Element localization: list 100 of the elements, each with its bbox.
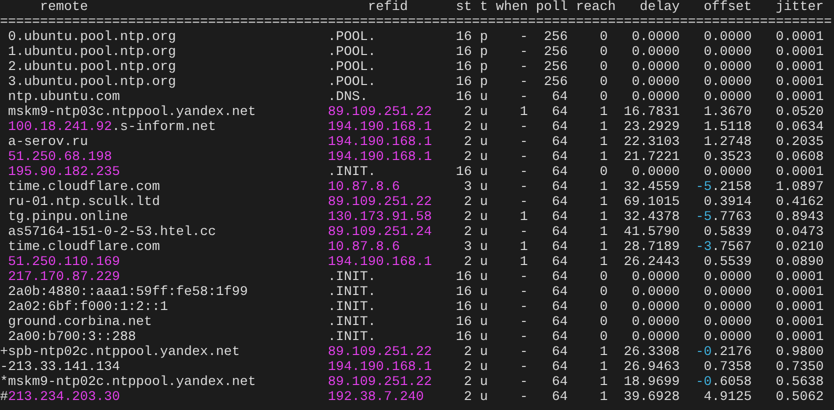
refid-cell: 89.109.251.22 <box>328 375 432 390</box>
jitter-cell: 0.0001 <box>776 45 824 60</box>
refid-cell: .POOL. <box>328 45 376 60</box>
jitter-cell: 0.5638 <box>776 375 824 390</box>
remote-cell: time.cloudflare.com <box>8 240 160 255</box>
column-header: st <box>456 0 472 15</box>
type-cell: u <box>480 90 488 105</box>
refid-cell: .INIT. <box>328 285 376 300</box>
reach-cell: 1 <box>600 180 608 195</box>
type-cell: u <box>480 135 488 150</box>
type-cell: u <box>480 150 488 165</box>
stratum-cell: 16 <box>456 330 472 345</box>
offset-cell: 0.0000 <box>704 315 752 330</box>
delay-cell: 22.3103 <box>624 135 680 150</box>
delay-cell: 18.9699 <box>624 375 680 390</box>
refid-cell: 89.109.251.22 <box>328 105 432 120</box>
type-cell: p <box>480 75 488 90</box>
stratum-cell: 2 <box>464 195 472 210</box>
remote-cell: spb-ntp02c.ntppool.yandex.net <box>8 345 240 360</box>
type-cell: u <box>480 195 488 210</box>
reach-cell: 1 <box>600 390 608 405</box>
offset-cell: 0.3523 <box>704 150 752 165</box>
when-cell: - <box>520 165 528 180</box>
reach-cell: 0 <box>600 30 608 45</box>
jitter-cell: 0.0001 <box>776 270 824 285</box>
refid-cell: .INIT. <box>328 165 376 180</box>
refid-cell: .INIT. <box>328 330 376 345</box>
offset-cell: 0.0000 <box>704 285 752 300</box>
reach-cell: 1 <box>600 360 608 375</box>
when-cell: - <box>520 345 528 360</box>
jitter-cell: 0.0001 <box>776 165 824 180</box>
column-header: when <box>494 0 528 15</box>
when-cell: - <box>520 195 528 210</box>
poll-cell: 64 <box>552 300 568 315</box>
remote-cell: as57164-151-0-2-53.htel.cc <box>8 225 216 240</box>
when-cell: - <box>520 270 528 285</box>
poll-cell: 64 <box>552 345 568 360</box>
when-cell: - <box>520 30 528 45</box>
remote-cell: 217.170.87.229 <box>8 270 120 285</box>
remote-cell: a-serov.ru <box>8 135 88 150</box>
refid-cell: 194.190.168.1 <box>328 360 432 375</box>
remote-cell: 213.234.203.30 <box>8 390 120 405</box>
type-cell: u <box>480 165 488 180</box>
jitter-cell: 0.8943 <box>776 210 824 225</box>
offset-cell: -5.7763 <box>696 210 752 225</box>
when-cell: - <box>520 375 528 390</box>
jitter-cell: 0.4162 <box>776 195 824 210</box>
delay-cell: 0.0000 <box>632 300 680 315</box>
tally-mark: # <box>0 390 8 405</box>
remote-cell: mskm9-ntp02c.ntppool.yandex.net <box>8 375 256 390</box>
reach-cell: 0 <box>600 330 608 345</box>
refid-cell: 194.190.168.1 <box>328 255 432 270</box>
delay-cell: 0.0000 <box>632 75 680 90</box>
type-cell: p <box>480 30 488 45</box>
remote-cell: ru-01.ntp.sculk.ltd <box>8 195 160 210</box>
delay-cell: 69.1015 <box>624 195 680 210</box>
poll-cell: 64 <box>552 375 568 390</box>
reach-cell: 0 <box>600 270 608 285</box>
reach-cell: 0 <box>600 165 608 180</box>
when-cell: - <box>520 150 528 165</box>
delay-cell: 0.0000 <box>632 90 680 105</box>
reach-cell: 0 <box>600 75 608 90</box>
poll-cell: 256 <box>544 45 568 60</box>
stratum-cell: 2 <box>464 360 472 375</box>
reach-cell: 0 <box>600 90 608 105</box>
delay-cell: 0.0000 <box>632 270 680 285</box>
poll-cell: 64 <box>552 105 568 120</box>
when-cell: - <box>520 330 528 345</box>
offset-cell: 0.0000 <box>704 300 752 315</box>
when-cell: - <box>520 60 528 75</box>
jitter-cell: 0.0001 <box>776 330 824 345</box>
jitter-cell: 0.0001 <box>776 315 824 330</box>
offset-cell: 4.9125 <box>704 390 752 405</box>
remote-cell: 2.ubuntu.pool.ntp.org <box>8 60 176 75</box>
jitter-cell: 0.0001 <box>776 90 824 105</box>
stratum-cell: 16 <box>456 60 472 75</box>
type-cell: u <box>480 120 488 135</box>
column-header: refid <box>366 0 409 15</box>
refid-cell: .INIT. <box>328 300 376 315</box>
poll-cell: 64 <box>552 195 568 210</box>
tally-mark: + <box>0 345 8 360</box>
refid-cell: .INIT. <box>328 270 376 285</box>
delay-cell: 26.3308 <box>624 345 680 360</box>
poll-cell: 64 <box>552 120 568 135</box>
delay-cell: 23.2929 <box>624 120 680 135</box>
stratum-cell: 16 <box>456 165 472 180</box>
offset-cell: 0.0000 <box>704 165 752 180</box>
type-cell: u <box>480 270 488 285</box>
jitter-cell: 0.0001 <box>776 30 824 45</box>
when-cell: - <box>520 315 528 330</box>
stratum-cell: 2 <box>464 255 472 270</box>
when-cell: - <box>520 300 528 315</box>
poll-cell: 256 <box>544 60 568 75</box>
delay-cell: 0.0000 <box>632 285 680 300</box>
poll-cell: 64 <box>552 255 568 270</box>
jitter-cell: 0.0001 <box>776 300 824 315</box>
offset-cell: 0.5839 <box>704 225 752 240</box>
jitter-cell: 0.7350 <box>776 360 824 375</box>
delay-cell: 21.7221 <box>624 150 680 165</box>
type-cell: u <box>480 375 488 390</box>
